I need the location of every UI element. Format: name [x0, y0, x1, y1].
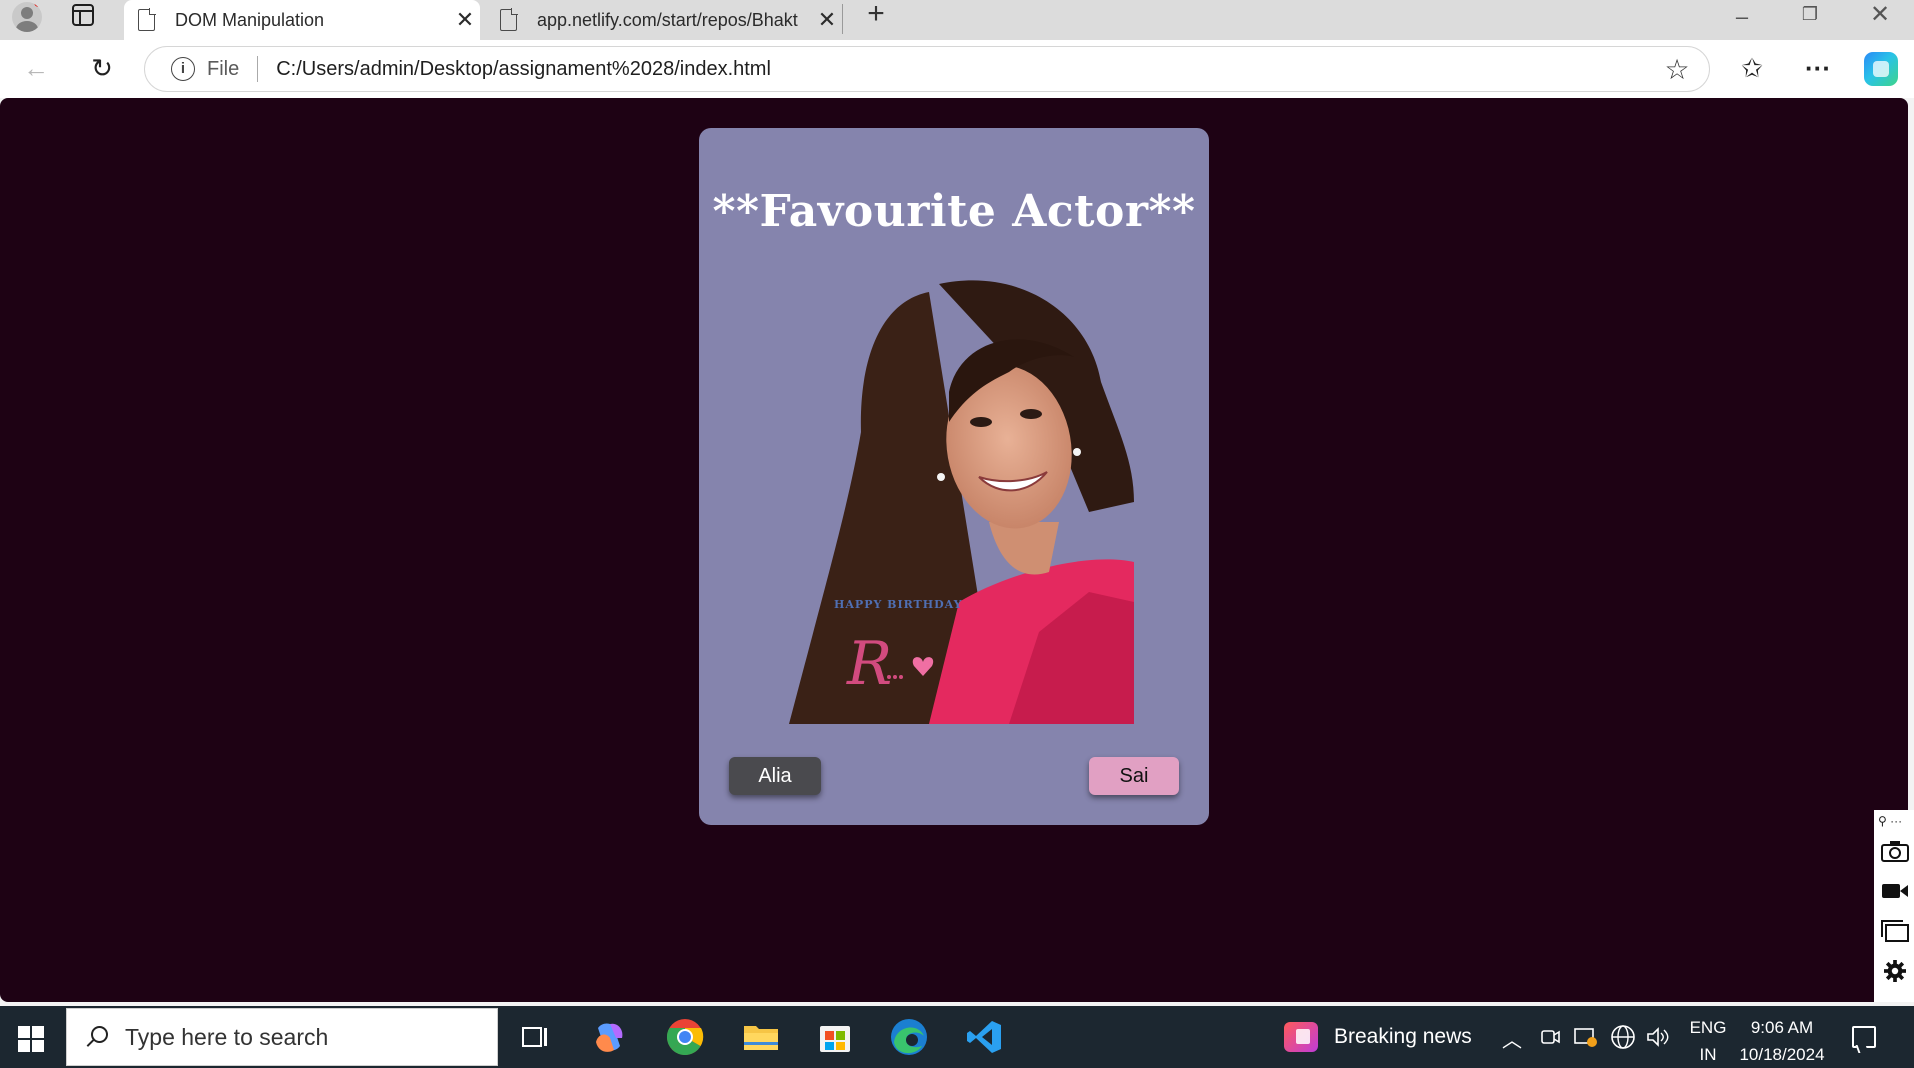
notifications-icon[interactable] [1852, 1026, 1876, 1048]
display-warning-icon[interactable] [1574, 1026, 1598, 1048]
news-widget[interactable]: Breaking news [1284, 1022, 1472, 1052]
language-indicator[interactable]: ENG IN [1686, 1014, 1730, 1068]
browser-toolbar: ← ↻ i File C:/Users/admin/Desktop/assign… [0, 40, 1914, 98]
profile-avatar[interactable] [12, 2, 42, 32]
language-code: ENG [1689, 1018, 1727, 1037]
clock-date: 10/18/2024 [1739, 1045, 1825, 1064]
chevron-up-icon[interactable]: ︿ [1502, 1024, 1522, 1053]
restore-button[interactable]: ❐ [1790, 4, 1830, 26]
close-tab-icon[interactable]: ✕ [812, 7, 842, 33]
back-arrow-icon[interactable]: ← [16, 48, 56, 88]
video-icon[interactable] [1881, 880, 1909, 902]
network-globe-icon[interactable] [1610, 1024, 1636, 1050]
page-icon [500, 8, 518, 31]
address-separator [257, 56, 259, 82]
address-bar[interactable]: i File C:/Users/admin/Desktop/assignamen… [144, 46, 1710, 92]
tab-title: app.netlify.com/start/repos/Bhakt [537, 9, 798, 30]
actor-photo: HAPPY BIRTHDAY R [789, 280, 1134, 724]
tab-netlify[interactable]: app.netlify.com/start/repos/Bhakt ✕ [486, 0, 842, 40]
windows-start-icon[interactable] [18, 1026, 44, 1052]
pin-more-icon[interactable]: ⚲ ··· [1878, 814, 1902, 828]
region-code: IN [1699, 1045, 1717, 1064]
favorites-icon[interactable]: ✩ [1732, 48, 1772, 88]
info-icon[interactable]: i [171, 57, 195, 81]
copilot-icon[interactable] [1864, 52, 1898, 86]
tab-strip: DOM Manipulation ✕ app.netlify.com/start… [0, 0, 1914, 40]
tab-dom-manipulation[interactable]: DOM Manipulation ✕ [124, 0, 480, 40]
news-label: Breaking news [1334, 1025, 1472, 1048]
minimize-button[interactable]: – [1722, 4, 1762, 29]
photo-signature: R [846, 629, 892, 699]
gear-icon[interactable] [1881, 960, 1909, 982]
actor-card: **Favourite Actor** HAPPY BIRTHDAY R Ali… [699, 128, 1209, 825]
reload-icon[interactable]: ↻ [82, 48, 122, 88]
meet-now-icon[interactable] [1540, 1026, 1560, 1048]
file-explorer-icon[interactable] [740, 1016, 782, 1058]
scheme-label: File [207, 57, 240, 80]
clock-time: 9:06 AM [1750, 1018, 1814, 1037]
system-clock[interactable]: 9:06 AM 10/18/2024 [1732, 1014, 1832, 1068]
url-text[interactable]: C:/Users/admin/Desktop/assignament%2028/… [276, 58, 1657, 81]
favorite-star-icon[interactable]: ☆ [1657, 53, 1697, 86]
window-capture-icon[interactable] [1881, 920, 1909, 942]
new-tab-button[interactable]: + [860, 0, 892, 32]
tab-separator [842, 4, 843, 34]
alia-button[interactable]: Alia [729, 757, 821, 795]
vertical-tabs-icon[interactable] [72, 4, 94, 26]
tab-title: DOM Manipulation [175, 9, 325, 30]
search-placeholder: Type here to search [125, 1023, 329, 1050]
close-tab-icon[interactable]: ✕ [450, 7, 480, 33]
vscode-icon[interactable] [964, 1016, 1006, 1058]
taskbar-search[interactable]: Type here to search [66, 1008, 498, 1066]
taskbar: Type here to search Breaking news ︿ ENG … [0, 1006, 1914, 1068]
sai-button[interactable]: Sai [1089, 757, 1179, 795]
copilot-taskbar-icon[interactable] [588, 1016, 630, 1058]
camera-icon[interactable] [1881, 840, 1909, 862]
page-viewport: **Favourite Actor** HAPPY BIRTHDAY R Ali… [0, 98, 1908, 1002]
edge-icon[interactable] [888, 1016, 930, 1058]
volume-icon[interactable] [1646, 1026, 1670, 1048]
chrome-icon[interactable] [664, 1016, 706, 1058]
task-view-icon[interactable] [514, 1016, 556, 1058]
page-icon [138, 8, 156, 31]
capture-toolbar: ⚲ ··· [1874, 810, 1914, 1002]
search-icon [85, 1026, 108, 1048]
more-options-icon[interactable]: ··· [1798, 48, 1838, 88]
news-icon [1284, 1022, 1318, 1052]
close-window-button[interactable]: ✕ [1858, 0, 1902, 30]
card-heading: **Favourite Actor** [712, 186, 1196, 237]
microsoft-store-icon[interactable] [814, 1016, 856, 1058]
photo-caption: HAPPY BIRTHDAY [834, 598, 963, 611]
notification-dot [34, 2, 42, 7]
